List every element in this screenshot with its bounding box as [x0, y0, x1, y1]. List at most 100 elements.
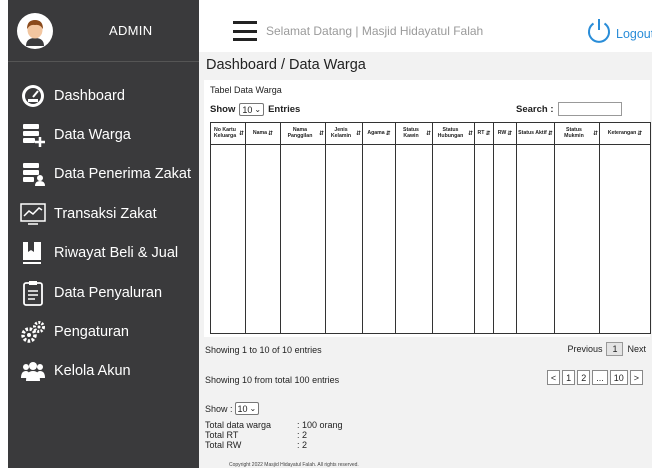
- sidebar-item-pengaturan[interactable]: Pengaturan: [8, 312, 199, 351]
- page-button[interactable]: 1: [562, 370, 576, 385]
- column-header[interactable]: Status Aktif ⇵: [516, 122, 555, 145]
- column-header-label: Nama: [252, 129, 268, 136]
- sidebar-item-label: Dashboard: [54, 87, 125, 104]
- avatar[interactable]: [17, 12, 53, 49]
- column-header[interactable]: Nama ⇵: [245, 122, 281, 145]
- sidebar-item-label: Data Warga: [54, 127, 131, 144]
- admin-name: ADMIN: [109, 23, 153, 38]
- logout-button[interactable]: Logout: [585, 17, 652, 50]
- entries-select[interactable]: 10 ⌄: [239, 103, 265, 116]
- column-header-label: Nama Panggilan: [287, 126, 313, 139]
- page-button[interactable]: 2: [577, 370, 591, 385]
- total-value: : 100 orang: [297, 420, 343, 430]
- sidebar-item-transaksi-zakat[interactable]: Transaksi Zakat: [8, 194, 199, 233]
- sidebar-item-data-penyaluran[interactable]: Data Penyaluran: [8, 273, 199, 312]
- page-prev-button[interactable]: <: [546, 370, 561, 385]
- users-icon: [20, 357, 46, 385]
- welcome-text: Selamat Datang | Masjid Hidayatul Falah: [266, 24, 484, 38]
- column-header-label: Status Hubungan: [437, 126, 464, 139]
- total-entries-info: Showing 10 from total 100 entries: [205, 375, 340, 385]
- show-entries-control: Show 10 ⌄ Entries: [210, 103, 300, 116]
- show-select[interactable]: 10 ⌄: [234, 402, 260, 415]
- total-label: Total RT: [205, 430, 239, 440]
- sort-icon: ⇵: [238, 130, 244, 137]
- sort-icon: ⇵: [547, 130, 553, 137]
- column-header-label: Status Aktif: [518, 129, 547, 136]
- chevron-down-icon: ⌄: [254, 105, 262, 114]
- sidebar: ADMIN Dashboard Data Warga Data Penerima…: [8, 0, 199, 468]
- column-header[interactable]: Nama Panggilan ⇵: [280, 122, 326, 145]
- database-user-icon: [20, 160, 46, 188]
- sort-icon: ⇵: [467, 130, 473, 137]
- column-header[interactable]: RT ⇵: [474, 122, 494, 145]
- column-header[interactable]: Keterangan ⇵: [599, 122, 651, 145]
- sort-icon: ⇵: [485, 130, 491, 137]
- profile-block: ADMIN: [8, 0, 199, 62]
- dashboard-gauge-icon: [20, 82, 46, 110]
- pagination-bottom: < 1 2 ... 10 >: [545, 370, 643, 385]
- column-header-label: Status Mukmin: [564, 126, 584, 139]
- main-content: Dashboard / Data Warga Tabel Data Warga …: [199, 52, 652, 468]
- sidebar-item-data-warga[interactable]: Data Warga: [8, 115, 199, 154]
- copyright-footer: Copyright 2022 Masjid Hidayatul Falah. A…: [229, 462, 359, 468]
- sort-icon: ⇵: [592, 130, 598, 137]
- page-button-current[interactable]: 1: [606, 342, 624, 356]
- total-row: Total RW: 2: [205, 440, 343, 450]
- page-button[interactable]: 10: [609, 370, 628, 385]
- sort-icon: ⇵: [268, 130, 274, 137]
- sort-icon: ⇵: [355, 130, 361, 137]
- sidebar-item-label: Riwayat Beli & Jual: [54, 245, 179, 262]
- table-body-empty: [210, 144, 651, 334]
- column-header-label: RT: [477, 129, 485, 136]
- gears-icon: [20, 318, 46, 346]
- clipboard-icon: [20, 279, 46, 307]
- pagination-top: Previous 1 Next: [563, 342, 646, 356]
- column-header-label: Keterangan: [607, 129, 637, 136]
- total-label: Total RW: [205, 440, 242, 450]
- search-control: Search :: [516, 102, 622, 116]
- total-row: Total RT: 2: [205, 430, 343, 440]
- entries-select-value: 10: [242, 104, 253, 115]
- sidebar-item-label: Pengaturan: [54, 324, 129, 341]
- column-header[interactable]: Status Mukmin ⇵: [554, 122, 600, 145]
- database-add-icon: [20, 121, 46, 149]
- hamburger-menu-icon[interactable]: [233, 21, 257, 41]
- power-icon: [585, 17, 613, 50]
- total-row: Total data warga : 100 orang: [205, 420, 343, 430]
- sidebar-item-dashboard[interactable]: Dashboard: [8, 76, 199, 115]
- data-warga-table: No Kartu Keluarga ⇵ Nama ⇵ Nama Panggilan ⇵…: [210, 122, 651, 334]
- sort-icon: ⇵: [385, 130, 391, 137]
- column-header[interactable]: Agama ⇵: [362, 122, 396, 145]
- chevron-down-icon: ⌄: [249, 404, 257, 413]
- sort-icon: ⇵: [637, 130, 643, 137]
- previous-button[interactable]: Previous: [567, 344, 602, 354]
- book-icon: [20, 239, 46, 267]
- total-label: Total data warga: [205, 420, 272, 430]
- sidebar-item-label: Transaksi Zakat: [54, 205, 157, 222]
- entries-label: Entries: [268, 104, 301, 115]
- column-header-label: RW: [497, 129, 507, 136]
- show-label: Show: [210, 104, 236, 115]
- page-next-button[interactable]: >: [629, 370, 643, 385]
- column-header-label: Status Kawin: [403, 126, 419, 139]
- sidebar-item-kelola-akun[interactable]: Kelola Akun: [8, 352, 199, 391]
- sidebar-item-riwayat-beli-jual[interactable]: Riwayat Beli & Jual: [8, 234, 199, 273]
- column-header[interactable]: Jenis Kelamin ⇵: [325, 122, 363, 145]
- sidebar-item-data-penerima-zakat[interactable]: Data Penerima Zakat: [8, 155, 199, 194]
- search-input[interactable]: [557, 102, 622, 116]
- show-control-bottom: Show : 10 ⌄: [205, 402, 263, 415]
- column-header[interactable]: No Kartu Keluarga ⇵: [210, 122, 246, 145]
- sidebar-item-label: Kelola Akun: [54, 363, 131, 380]
- sidebar-item-label: Data Penyaluran: [54, 284, 163, 301]
- show-label: Show :: [205, 403, 233, 414]
- column-header[interactable]: Status Hubungan ⇵: [432, 122, 475, 145]
- totals-summary: Total data warga: 100 orang Total RT: 2 …: [205, 420, 343, 450]
- search-label: Search :: [516, 103, 554, 115]
- sort-icon: ⇵: [318, 130, 324, 137]
- next-button[interactable]: Next: [627, 344, 646, 354]
- column-header[interactable]: Status Kawin ⇵: [395, 122, 433, 145]
- logout-label: Logout: [616, 26, 652, 41]
- sort-icon: ⇵: [425, 130, 431, 137]
- sidebar-item-label: Data Penerima Zakat: [54, 166, 192, 183]
- column-header[interactable]: RW ⇵: [493, 122, 517, 145]
